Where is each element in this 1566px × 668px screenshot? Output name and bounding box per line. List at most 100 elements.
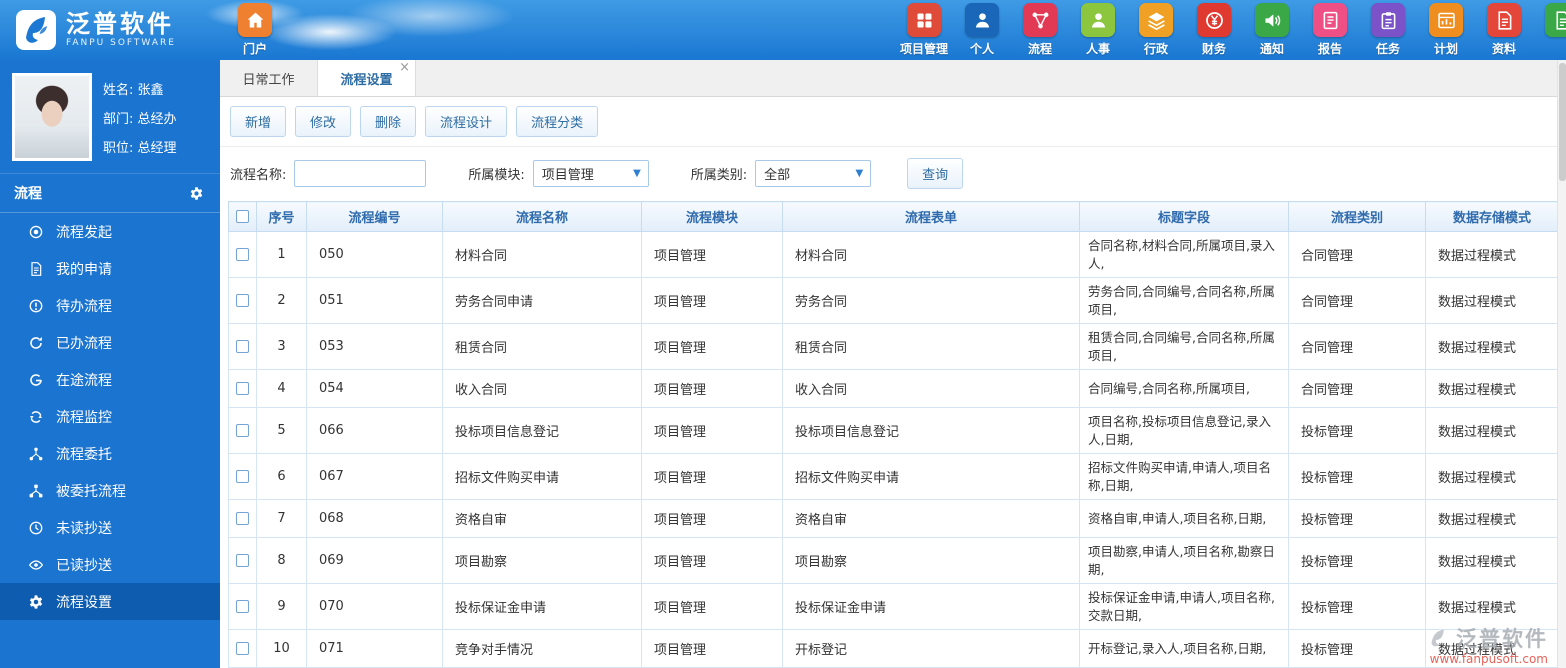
nav-module-docs[interactable]: 资料 — [1475, 3, 1533, 57]
add-button[interactable]: 新增 — [230, 106, 287, 137]
module-nav: 项目管理 个人 流程 人事 行政 财务 通知 报告 任务 计划 资料 — [895, 3, 1566, 57]
nav-module-notice[interactable]: 通知 — [1243, 3, 1301, 57]
row-checkbox[interactable] — [236, 554, 249, 567]
doc-icon — [1487, 3, 1521, 37]
sidebar-item-unread-cc[interactable]: 未读抄送 — [0, 509, 220, 546]
report-icon — [1313, 3, 1347, 37]
sidebar: 姓名: 张鑫 部门: 总经办 职位: 总经理 流程 流程发起 我的申请 待办流程 已办… — [0, 60, 220, 668]
house-icon — [238, 3, 272, 37]
row-checkbox[interactable] — [236, 642, 249, 655]
sidebar-item-done[interactable]: 已办流程 — [0, 324, 220, 361]
row-checkbox[interactable] — [236, 600, 249, 613]
table-row[interactable]: 8 069 项目勘察 项目管理 项目勘察 项目勘察,申请人,项目名称,勘察日期, 投标管理数… — [228, 537, 1559, 584]
cell-category: 投标管理 — [1288, 629, 1426, 668]
person-icon — [965, 3, 999, 37]
row-checkbox[interactable] — [236, 294, 249, 307]
nav-module-plan[interactable]: 计划 — [1417, 3, 1475, 57]
table-row[interactable]: 7 068 资格自审 项目管理 资格自审 资格自审,申请人,项目名称,日期, 投标管理 数据过… — [228, 499, 1559, 538]
nav-module-process[interactable]: 流程 — [1011, 3, 1069, 57]
cell-form: 资格自审 — [782, 499, 1080, 538]
nav-module-task[interactable]: 任务 — [1359, 3, 1417, 57]
edit-button[interactable]: 修改 — [295, 106, 352, 137]
sidebar-item-my-apply[interactable]: 我的申请 — [0, 250, 220, 287]
process-table-wrap: 序号 流程编号 流程名称 流程模块 流程表单 标题字段 流程类别 数据存储模式 1 050 材料合… — [220, 201, 1566, 668]
sidebar-item-monitor[interactable]: 流程监控 — [0, 398, 220, 435]
table-row[interactable]: 5 066 投标项目信息登记 项目管理 投标项目信息登记 项目名称,投标项目信息登记,录入… — [228, 407, 1559, 454]
row-checkbox[interactable] — [236, 248, 249, 261]
cell-module: 项目管理 — [641, 453, 783, 500]
search-button[interactable]: 查询 — [907, 158, 964, 189]
cell-name: 租赁合同 — [442, 323, 642, 370]
table-row[interactable]: 3 053 租赁合同 项目管理 租赁合同 租赁合同,合同编号,合同名称,所属项目, 合同管理… — [228, 323, 1559, 370]
sidebar-item-todo[interactable]: 待办流程 — [0, 287, 220, 324]
module-label: 个人 — [969, 42, 994, 56]
delete-button[interactable]: 删除 — [360, 106, 417, 137]
row-checkbox[interactable] — [236, 470, 249, 483]
sidebar-item-settings[interactable]: 流程设置 — [0, 583, 220, 620]
sidebar-item-transit[interactable]: 在途流程 — [0, 361, 220, 398]
cell-storage: 数据过程模式 — [1425, 323, 1559, 370]
sidebar-item-label: 已读抄送 — [56, 557, 112, 574]
nav-module-hr[interactable]: 人事 — [1069, 3, 1127, 57]
table-row[interactable]: 1 050 材料合同 项目管理 材料合同 合同名称,材料合同,所属项目,录入人, 合同管理数… — [228, 231, 1559, 278]
cell-module: 项目管理 — [641, 629, 783, 668]
column-header-code: 流程编号 — [306, 201, 443, 232]
table-row[interactable]: 4 054 收入合同 项目管理 收入合同 合同编号,合同名称,所属项目, 合同管理 数据过程模… — [228, 369, 1559, 408]
sidebar-item-initiate[interactable]: 流程发起 — [0, 213, 220, 250]
chevron-down-icon: ▼ — [855, 168, 864, 179]
nav-module-finance[interactable]: 财务 — [1185, 3, 1243, 57]
design-button[interactable]: 流程设计 — [425, 106, 508, 137]
profile-name: 姓名: 张鑫 — [103, 82, 164, 98]
close-icon[interactable]: × — [399, 61, 410, 74]
table-row[interactable]: 6 067 招标文件购买申请 项目管理 招标文件购买申请 招标文件购买申请,申请人,项目名… — [228, 453, 1559, 500]
gear-icon — [28, 594, 44, 610]
cell-code: 054 — [306, 369, 443, 408]
nav-module-project[interactable]: 项目管理 — [895, 3, 953, 57]
nav-module-admin[interactable]: 行政 — [1127, 3, 1185, 57]
category-button[interactable]: 流程分类 — [516, 106, 599, 137]
module-select[interactable]: 项目管理 ▼ — [532, 160, 649, 187]
row-checkbox[interactable] — [236, 512, 249, 525]
cell-module: 项目管理 — [641, 537, 783, 584]
tab-bar: 日常工作 流程设置 × — [220, 60, 1566, 97]
nav-module-personal[interactable]: 个人 — [953, 3, 1011, 57]
sidebar-item-delegated[interactable]: 被委托流程 — [0, 472, 220, 509]
sidebar-item-label: 未读抄送 — [56, 520, 112, 537]
cell-checkbox — [228, 629, 257, 668]
row-checkbox[interactable] — [236, 424, 249, 437]
gear-icon[interactable] — [189, 186, 204, 201]
nav-portal[interactable]: 门户 — [226, 3, 284, 57]
cell-checkbox — [228, 583, 257, 630]
tab-settings[interactable]: 流程设置 × — [318, 60, 416, 96]
clock-icon — [28, 520, 44, 536]
cell-storage: 数据过程模式 — [1425, 277, 1559, 324]
category-select[interactable]: 全部 ▼ — [755, 160, 872, 187]
tab-daily[interactable]: 日常工作 — [220, 60, 318, 96]
sidebar-item-label: 在途流程 — [56, 372, 112, 389]
sidebar-item-read-cc[interactable]: 已读抄送 — [0, 546, 220, 583]
sidebar-item-delegate[interactable]: 流程委托 — [0, 435, 220, 472]
nav-module-report[interactable]: 报告 — [1301, 3, 1359, 57]
vertical-scrollbar[interactable] — [1557, 60, 1566, 668]
row-checkbox[interactable] — [236, 340, 249, 353]
cell-form: 材料合同 — [782, 231, 1080, 278]
table-row[interactable]: 9 070 投标保证金申请 项目管理 投标保证金申请 投标保证金申请,申请人,项目名称,交… — [228, 583, 1559, 630]
cell-category: 合同管理 — [1288, 323, 1426, 370]
scrollbar-thumb[interactable] — [1559, 63, 1566, 181]
nav-module-more[interactable] — [1533, 3, 1566, 57]
cell-form: 租赁合同 — [782, 323, 1080, 370]
cell-checkbox — [228, 453, 257, 500]
cell-fields: 租赁合同,合同编号,合同名称,所属项目, — [1079, 323, 1289, 370]
plan-icon — [1429, 3, 1463, 37]
process-name-input[interactable] — [294, 160, 427, 187]
cell-module: 项目管理 — [641, 277, 783, 324]
table-row[interactable]: 10 071 竞争对手情况 项目管理 开标登记 开标登记,录入人,项目名称,日期, 投标管理… — [228, 629, 1559, 668]
column-header-no: 序号 — [256, 201, 307, 232]
row-checkbox[interactable] — [236, 382, 249, 395]
select-all-checkbox[interactable] — [236, 210, 249, 223]
toolbar: 新增 修改 删除 流程设计 流程分类 — [220, 97, 1566, 147]
table-row[interactable]: 2 051 劳务合同申请 项目管理 劳务合同 劳务合同,合同编号,合同名称,所属项目, 合同… — [228, 277, 1559, 324]
cell-code: 071 — [306, 629, 443, 668]
cell-name: 资格自审 — [442, 499, 642, 538]
cell-no: 3 — [256, 323, 307, 370]
